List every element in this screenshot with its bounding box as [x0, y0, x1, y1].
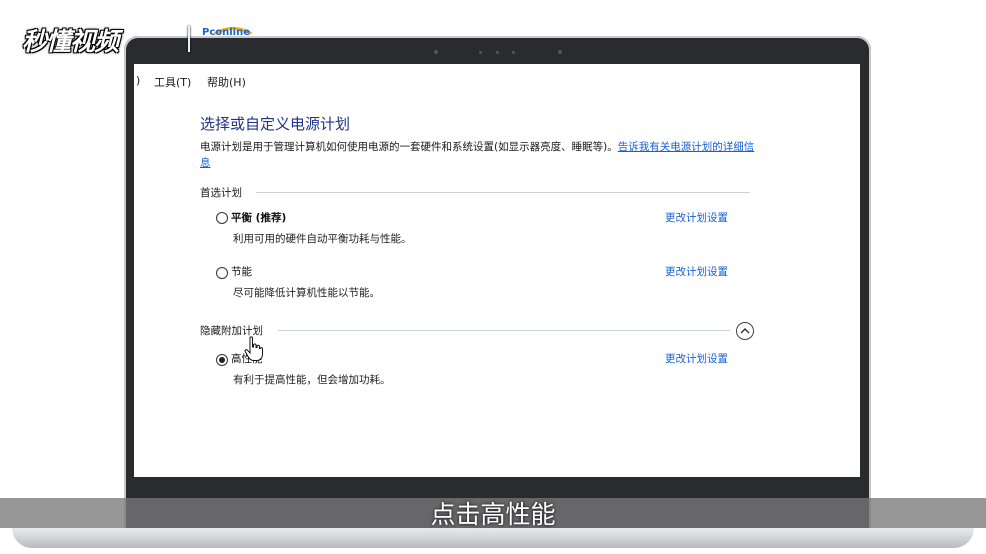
change-settings-high-performance-link[interactable]: 更改计划设置: [665, 351, 728, 366]
sensor-dot: [558, 50, 562, 54]
section-divider: [278, 330, 730, 331]
logo-separator: [188, 26, 190, 52]
sensor-dot: [512, 51, 515, 54]
radio-balanced[interactable]: [216, 212, 228, 224]
video-subtitle: 点击高性能: [430, 500, 556, 529]
plan-desc-balanced: 利用可用的硬件自动平衡功耗与性能。: [233, 233, 412, 245]
change-settings-power-saver-link[interactable]: 更改计划设置: [665, 264, 728, 279]
preferred-plans-heading: 首选计划: [200, 187, 242, 199]
brand-logo-text: 秒懂视频: [22, 27, 119, 56]
plan-name-power-saver[interactable]: 节能: [231, 264, 252, 279]
sensor-dot: [479, 51, 482, 54]
page-title: 选择或自定义电源计划: [200, 115, 351, 133]
menu-fragment: ): [136, 74, 141, 87]
plan-desc-power-saver: 尽可能降低计算机性能以节能。: [233, 287, 380, 299]
hand-cursor-icon: [244, 336, 263, 361]
radio-high-performance[interactable]: [216, 354, 228, 366]
menu-tools[interactable]: 工具(T): [154, 74, 191, 90]
page-description: 电源计划是用于管理计算机如何使用电源的一套硬件和系统设置(如显示器亮度、睡眠等)…: [200, 139, 760, 171]
partner-logo: Pconline: [198, 24, 262, 54]
partner-logo-text: Pconline: [202, 27, 251, 38]
radio-power-saver[interactable]: [216, 267, 228, 279]
section-divider: [256, 192, 750, 193]
description-text: 电源计划是用于管理计算机如何使用电源的一套硬件和系统设置(如显示器亮度、睡眠等)…: [200, 141, 618, 153]
plan-name-balanced[interactable]: 平衡 (推荐): [231, 210, 286, 225]
menu-help[interactable]: 帮助(H): [207, 74, 246, 90]
sensor-dot: [496, 51, 499, 54]
change-settings-balanced-link[interactable]: 更改计划设置: [665, 210, 728, 225]
chevron-up-icon[interactable]: [736, 322, 754, 340]
plan-desc-high-performance: 有利于提高性能，但会增加功耗。: [233, 374, 391, 386]
camera-dot: [434, 50, 438, 54]
screen: ) 工具(T) 帮助(H) 选择或自定义电源计划 电源计划是用于管理计算机如何使…: [134, 64, 860, 477]
